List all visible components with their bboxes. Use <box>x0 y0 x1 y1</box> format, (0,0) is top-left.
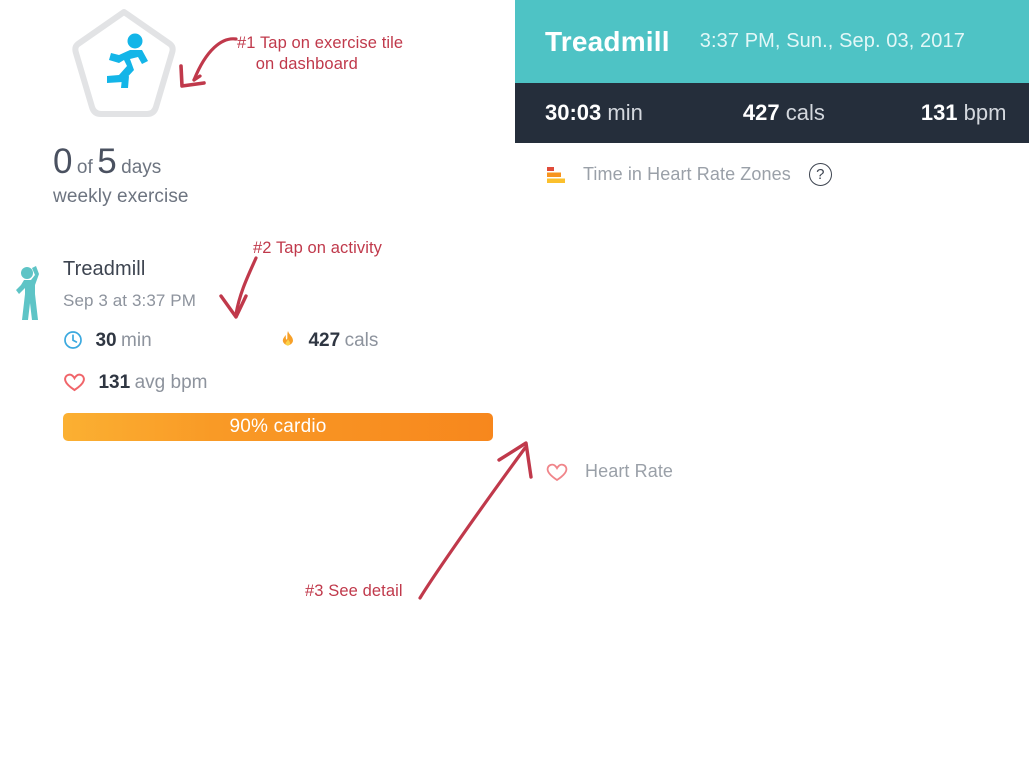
activity-detail-panel: Treadmill 3:37 PM, Sun., Sep. 03, 2017 3… <box>515 0 1029 760</box>
stat-calories: 427 cals <box>743 100 825 126</box>
detail-stats-bar: 30:03 min 427 cals 131 bpm <box>515 83 1029 143</box>
stat-bpm-unit: bpm <box>963 100 1007 125</box>
cardio-percentage-bar: 90% cardio <box>63 413 493 441</box>
flame-icon <box>280 330 296 350</box>
heart-rate-section-header: Heart Rate <box>545 461 673 482</box>
dashboard-left-panel: 0 of 5 days weekly exercise Treadmill Se… <box>0 0 515 760</box>
activity-calories-unit: cals <box>344 330 379 351</box>
activity-calories-value: 427 <box>308 330 341 351</box>
stat-calories-unit: cals <box>785 100 825 125</box>
stat-bpm: 131 bpm <box>921 100 1007 126</box>
weekly-exercise-goal: 0 of 5 days weekly exercise <box>53 142 189 208</box>
heart-outline-icon <box>545 462 569 482</box>
activity-bpm-unit: avg bpm <box>134 372 208 393</box>
annotation-label-3: #3 See detail <box>305 582 403 600</box>
activity-title: Treadmill <box>63 258 146 280</box>
stat-calories-value: 427 <box>742 100 780 125</box>
weekly-goal-line: 0 of 5 days <box>53 142 189 182</box>
stat-bpm-value: 131 <box>920 100 958 125</box>
goal-target-count: 5 <box>97 142 117 181</box>
activity-datetime: Sep 3 at 3:37 PM <box>63 291 196 310</box>
heart-icon <box>63 372 86 392</box>
stat-duration-value: 30:03 <box>545 100 602 125</box>
activity-duration-metric: 30 min <box>63 330 152 352</box>
weekly-goal-caption: weekly exercise <box>53 186 189 207</box>
running-person-icon <box>107 33 148 88</box>
activity-bpm-metric: 131 avg bpm <box>63 372 207 394</box>
hr-zones-section-header: Time in Heart Rate Zones ? <box>545 163 832 186</box>
goal-days-word: days <box>121 157 162 178</box>
detail-title: Treadmill <box>545 25 670 57</box>
activity-calories-metric: 427 cals <box>280 330 378 352</box>
detail-datetime: 3:37 PM, Sun., Sep. 03, 2017 <box>699 30 965 52</box>
goal-of-word: of <box>76 157 93 178</box>
bar-chart-icon <box>545 165 567 185</box>
activity-duration-unit: min <box>121 330 152 351</box>
exercise-tile[interactable] <box>70 6 178 121</box>
help-glyph: ? <box>816 166 825 183</box>
annotation-label-2: #2 Tap on activity <box>253 239 382 257</box>
standing-person-icon <box>16 266 39 320</box>
detail-header-bar: Treadmill 3:37 PM, Sun., Sep. 03, 2017 <box>515 0 1029 83</box>
heart-rate-section-label: Heart Rate <box>585 461 674 481</box>
activity-duration-value: 30 <box>95 330 117 351</box>
question-mark-icon[interactable]: ? <box>808 163 832 186</box>
activity-bpm-value: 131 <box>98 372 131 393</box>
hr-zones-section-label: Time in Heart Rate Zones <box>583 164 791 184</box>
clock-icon <box>63 330 83 350</box>
stat-duration-unit: min <box>607 100 643 125</box>
cardio-bar-label: 90% cardio <box>229 416 327 437</box>
goal-current-count: 0 <box>53 142 73 181</box>
annotation-label-1: #1 Tap on exercise tile on dashboard <box>237 34 404 73</box>
stat-duration: 30:03 min <box>545 100 643 126</box>
